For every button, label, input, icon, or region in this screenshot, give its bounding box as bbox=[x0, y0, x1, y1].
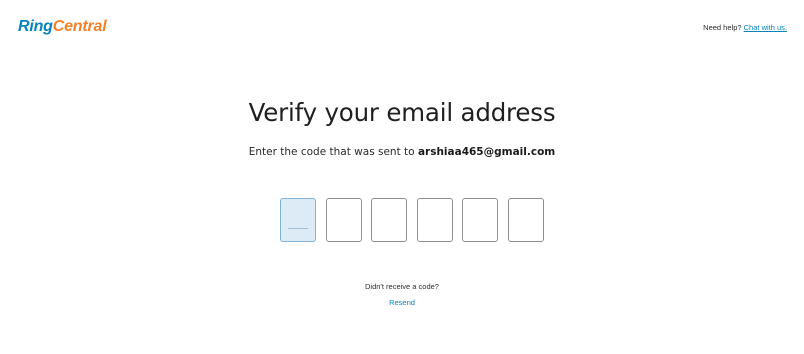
help-text: Need help? bbox=[703, 23, 742, 32]
code-digit-input-4[interactable] bbox=[416, 198, 453, 242]
page-title: Verify your email address bbox=[248, 98, 556, 127]
subtitle-prefix: Enter the code that was sent to bbox=[248, 146, 415, 158]
chat-with-us-link[interactable]: Chat with us. bbox=[744, 23, 787, 32]
no-code-text: Didn't receive a code? bbox=[365, 282, 439, 291]
logo-ring-text: Ring bbox=[18, 18, 53, 35]
verification-code-input-group bbox=[280, 198, 544, 242]
logo-central-text: Central bbox=[52, 18, 107, 35]
ringcentral-logo[interactable]: RingCentral bbox=[18, 18, 107, 36]
resend-link[interactable]: Resend bbox=[389, 298, 415, 307]
code-digit-input-2[interactable] bbox=[325, 198, 362, 242]
code-digit-input-6[interactable] bbox=[507, 198, 544, 242]
input-caret bbox=[288, 228, 308, 229]
email-address: arshiaa465@gmail.com bbox=[417, 146, 556, 158]
code-digit-input-5[interactable] bbox=[462, 198, 499, 242]
code-digit-input-1[interactable] bbox=[280, 198, 316, 242]
code-digit-input-3[interactable] bbox=[371, 198, 408, 242]
help-section: Need help? Chat with us. bbox=[703, 23, 787, 33]
resend-container: Resend bbox=[0, 298, 804, 308]
page-subtitle: Enter the code that was sent to arshiaa4… bbox=[0, 145, 804, 159]
